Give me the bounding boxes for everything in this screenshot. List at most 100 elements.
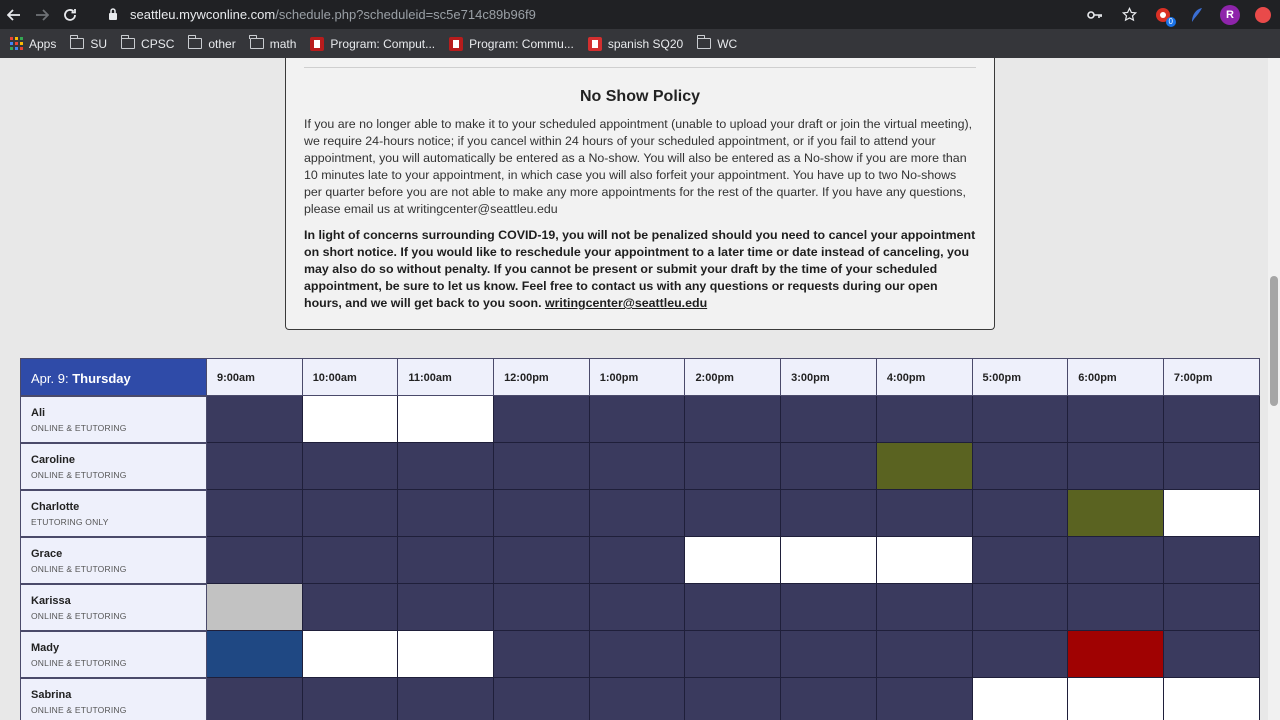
slot-open[interactable] [781,537,877,584]
folder-icon [69,35,85,49]
bookmark-spanish[interactable]: spanish SQ20 [587,36,683,51]
slot-open[interactable] [1068,678,1164,720]
slot-booked [302,537,399,584]
time-header: 9:00am [207,358,303,396]
slot-open[interactable] [302,396,399,443]
slot-olive [876,443,973,490]
time-header: 2:00pm [685,358,782,396]
url-path: /schedule.php?scheduleid=sc5e714c89b96f9 [275,6,536,22]
bookmark-label: math [269,36,297,51]
bookmark-cpsc[interactable]: CPSC [120,35,175,51]
slot-open[interactable] [398,396,495,443]
bookmarks-bar: Apps SU CPSC other math Program: Comput.… [0,29,1280,58]
slot-booked [972,396,1069,443]
slot-booked [589,396,686,443]
bookmark-wc[interactable]: WC [696,35,737,51]
tutor-row: Karissa ONLINE & ETUTORING [20,584,1260,631]
slot-blue [207,631,303,678]
schedule-grid: Apr. 9: Thursday 9:00am 10:00am 11:00am 12:… [20,358,1260,720]
profile-avatar[interactable]: R [1220,4,1240,25]
tutor-name: Caroline [31,454,76,466]
bookmark-apps[interactable]: Apps [10,37,56,51]
folder-icon [249,35,264,49]
divider [304,67,976,68]
slot-open[interactable] [1163,678,1260,720]
slot-booked [876,678,973,720]
slot-booked [876,631,973,678]
slot-booked [494,584,590,631]
bookmark-program-commu[interactable]: Program: Commu... [449,36,574,51]
bookmark-label: Program: Commu... [469,36,574,51]
slot-booked [398,490,495,537]
tutor-name-cell[interactable]: Sabrina ONLINE & ETUTORING [20,678,207,720]
slot-booked [302,490,399,537]
bookmark-label: CPSC [141,36,175,51]
slot-booked [302,678,399,720]
slot-grey [207,584,303,631]
date-header: Apr. 9: Thursday [20,358,207,396]
slot-booked [876,490,973,537]
slot-open[interactable] [302,631,399,678]
bookmark-label: Program: Comput... [330,36,436,51]
slot-booked [685,490,782,537]
slot-booked [589,537,686,584]
slot-booked [1068,584,1164,631]
tutor-name-cell[interactable]: Karissa ONLINE & ETUTORING [20,584,207,631]
folder-icon [120,35,136,49]
time-header: 10:00am [302,358,399,396]
slot-open[interactable] [972,678,1069,720]
schedule-header-row: Apr. 9: Thursday 9:00am 10:00am 11:00am 12:… [20,358,1260,396]
back-arrow-icon [7,8,20,21]
slot-booked [302,443,399,490]
feather-extension-icon[interactable] [1186,4,1208,26]
slot-open[interactable] [398,631,495,678]
slot-booked [685,396,782,443]
slot-booked [685,678,782,720]
time-header: 6:00pm [1068,358,1164,396]
time-header: 3:00pm [781,358,877,396]
seattleu-site-icon [310,36,325,51]
tutor-row: Sabrina ONLINE & ETUTORING [20,678,1260,720]
address-bar[interactable]: seattleu.mywconline.com/schedule.php?sch… [96,2,1150,26]
reload-button[interactable] [56,0,84,29]
slot-booked [207,490,303,537]
spanish-site-icon [587,36,602,51]
tutor-name-cell[interactable]: Grace ONLINE & ETUTORING [20,537,207,584]
tutor-name-cell[interactable]: Ali ONLINE & ETUTORING [20,396,207,443]
extension-icon[interactable]: 0 [1152,4,1176,27]
tutor-row: Charlotte ETUTORING ONLY [20,490,1260,537]
bookmark-su[interactable]: SU [69,35,107,51]
tutor-name-cell[interactable]: Charlotte ETUTORING ONLY [20,490,207,537]
tutor-name-cell[interactable]: Caroline ONLINE & ETUTORING [20,443,207,490]
slot-booked [398,584,495,631]
forward-button[interactable] [28,0,56,29]
slot-open[interactable] [685,537,782,584]
slot-open[interactable] [1163,490,1260,537]
slot-booked [207,443,303,490]
bookmark-star-icon[interactable] [1118,4,1140,26]
slot-booked [494,396,590,443]
slot-booked [1163,396,1260,443]
slot-booked [494,537,590,584]
day-label: Thursday [72,371,131,386]
back-button[interactable] [0,0,28,29]
folder-icon [696,35,712,49]
scrollbar-thumb[interactable] [1270,276,1278,406]
bookmark-other[interactable]: other [187,35,236,51]
slot-booked [589,678,686,720]
key-icon[interactable] [1084,4,1106,26]
slot-booked [1068,537,1164,584]
tutor-mode: ONLINE & ETUTORING [31,705,127,715]
record-extension-icon[interactable] [1252,4,1274,26]
scrollbar[interactable] [1268,58,1280,720]
slot-open[interactable] [876,537,973,584]
time-header: 5:00pm [972,358,1069,396]
tutor-name-cell[interactable]: Mady ONLINE & ETUTORING [20,631,207,678]
email-link[interactable]: writingcenter@seattleu.edu [545,296,707,310]
bookmark-math[interactable]: math [249,35,297,51]
slot-booked [494,443,590,490]
slot-booked [972,537,1069,584]
slot-booked [781,584,877,631]
bookmark-program-comput[interactable]: Program: Comput... [310,36,436,51]
time-header: 12:00pm [494,358,590,396]
